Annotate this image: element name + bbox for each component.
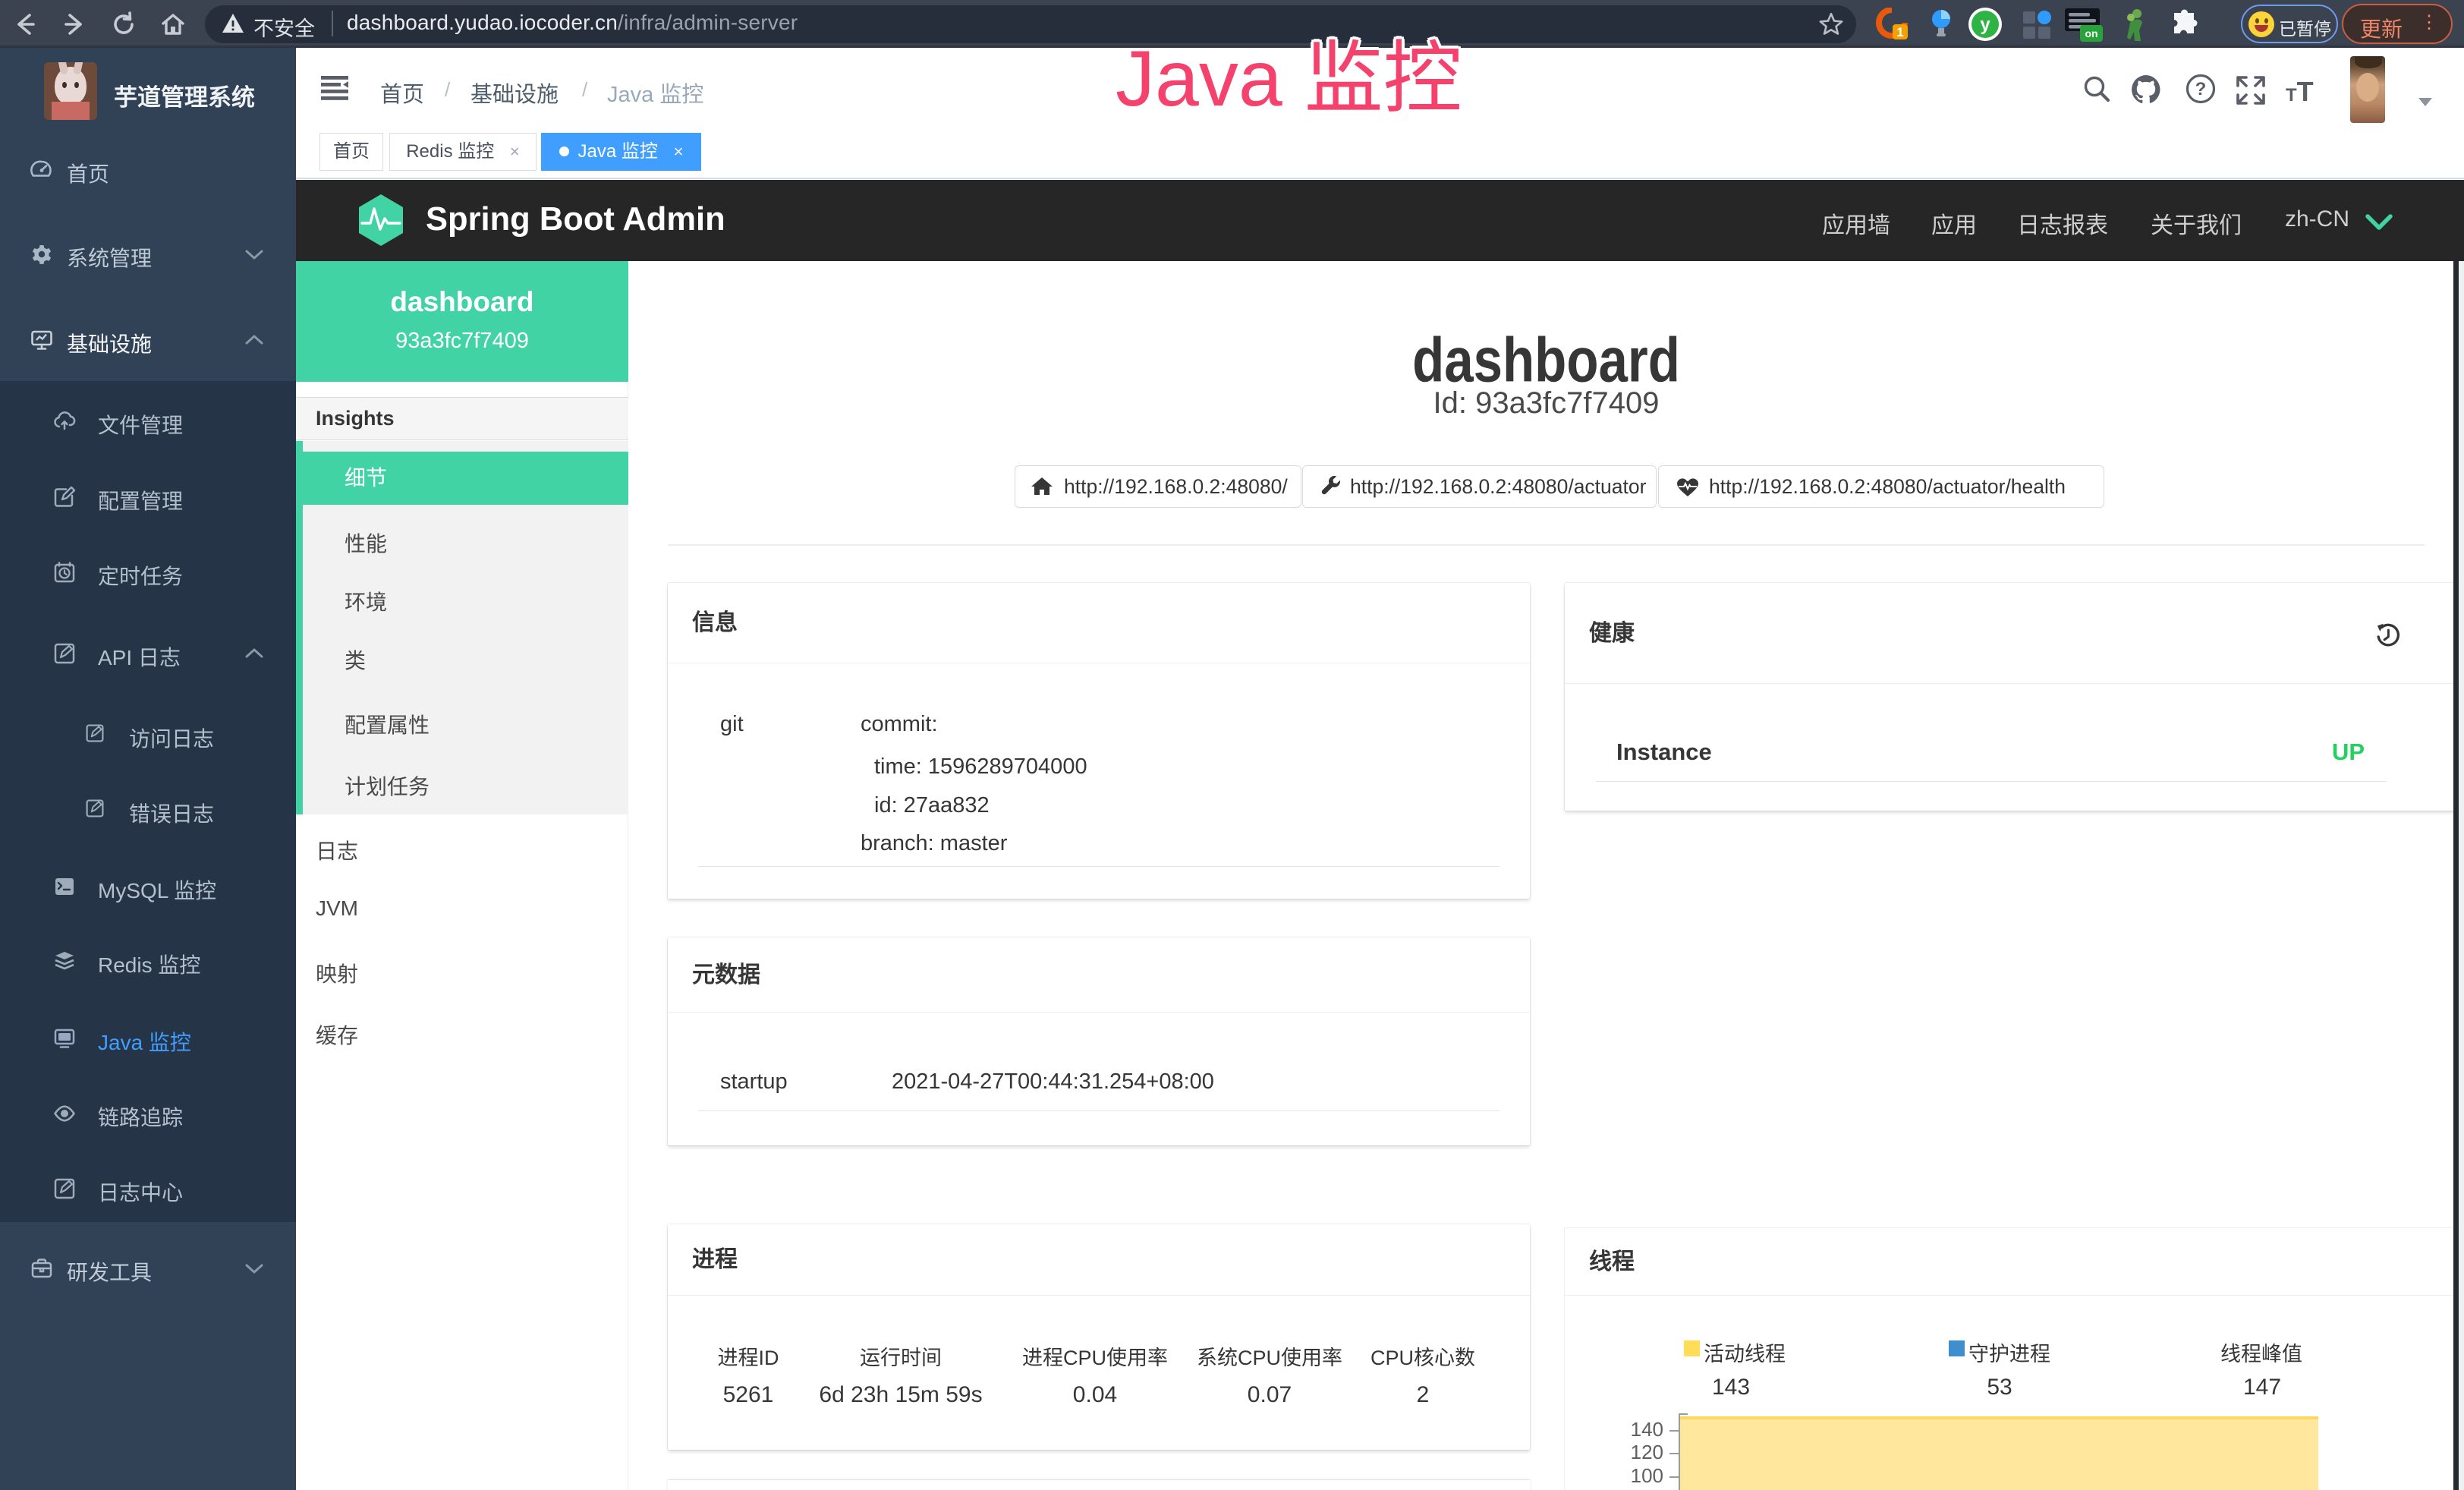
svg-text:on: on (2085, 27, 2097, 39)
svg-text:1: 1 (1896, 25, 1903, 39)
svg-text:?: ? (2195, 79, 2207, 99)
svg-text:y: y (1980, 14, 1990, 35)
